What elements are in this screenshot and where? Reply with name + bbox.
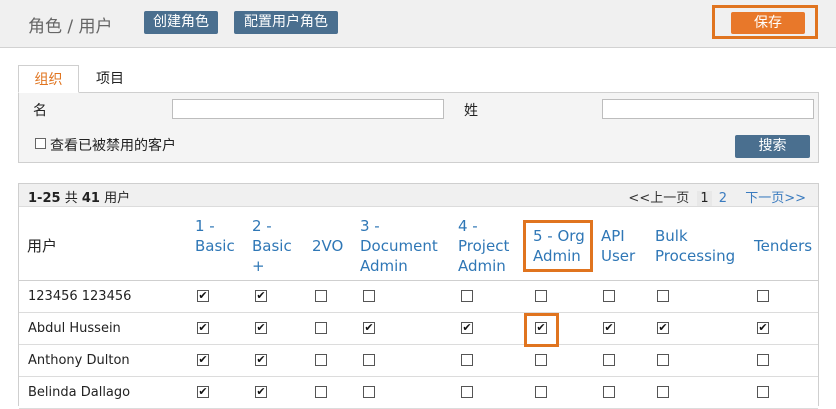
header-line: Basic: [195, 237, 235, 255]
header-line: 3 -: [360, 217, 380, 235]
header-line: 2VO: [312, 237, 344, 255]
header-line: 1 -: [195, 217, 215, 235]
role-checkbox[interactable]: [363, 290, 375, 302]
table-row: 123456 123456 ✔ ✔: [19, 281, 818, 313]
next-page-link[interactable]: 下一页>>: [745, 191, 806, 206]
user-name[interactable]: Abdul Hussein: [28, 321, 121, 336]
header-line: Project: [458, 237, 510, 255]
header-line: 4 -: [458, 217, 478, 235]
column-header-bulk-processing[interactable]: Bulk Processing: [655, 226, 735, 266]
column-header-user: 用户: [27, 237, 58, 255]
role-checkbox[interactable]: ✔: [197, 354, 209, 366]
role-checkbox[interactable]: [315, 386, 327, 398]
role-checkbox[interactable]: [535, 386, 547, 398]
user-count: 1-25 共 41 用户: [28, 187, 130, 206]
org-admin-cell-highlight-frame: [524, 313, 559, 347]
role-checkbox[interactable]: [603, 386, 615, 398]
tab-project[interactable]: 项目: [82, 65, 138, 93]
role-checkbox[interactable]: ✔: [255, 322, 267, 334]
role-checkbox[interactable]: [757, 290, 769, 302]
table-row: Anthony Dulton ✔ ✔: [19, 345, 818, 377]
column-header-2vo[interactable]: 2VO: [312, 216, 343, 256]
role-checkbox[interactable]: ✔: [197, 290, 209, 302]
header-line: API: [601, 227, 625, 245]
search-panel: 名 姓 查看已被禁用的客户 搜索: [18, 92, 819, 163]
show-disabled-checkbox[interactable]: [35, 138, 46, 149]
role-checkbox[interactable]: ✔: [255, 354, 267, 366]
current-page: 1: [697, 191, 712, 206]
column-header-tenders[interactable]: Tenders: [754, 236, 812, 256]
header-line: Admin: [360, 257, 408, 275]
role-checkbox[interactable]: ✔: [255, 290, 267, 302]
role-checkbox[interactable]: ✔: [461, 322, 473, 334]
save-button[interactable]: 保存: [731, 12, 805, 34]
role-checkbox[interactable]: [657, 290, 669, 302]
header-line: 2 -: [252, 217, 272, 235]
role-checkbox[interactable]: [363, 386, 375, 398]
role-checkbox[interactable]: [657, 354, 669, 366]
user-name[interactable]: Belinda Dallago: [28, 385, 130, 400]
role-checkbox[interactable]: [315, 354, 327, 366]
column-header-document-admin[interactable]: 3 - Document Admin: [360, 216, 438, 276]
role-checkbox[interactable]: [535, 354, 547, 366]
org-admin-highlight-frame: [523, 220, 593, 272]
pagination: <<上一页 1 2 下一页>>: [628, 187, 806, 206]
column-header-api-user[interactable]: API User: [601, 226, 635, 266]
column-header-basic-plus[interactable]: 2 - Basic +: [252, 216, 292, 276]
user-name[interactable]: 123456 123456: [28, 289, 131, 304]
role-checkbox[interactable]: [461, 354, 473, 366]
last-name-label: 姓: [464, 103, 478, 119]
table-row: Abdul Hussein ✔ ✔ ✔ ✔ ✔ ✔ ✔ ✔: [19, 313, 818, 345]
prev-page-link[interactable]: <<上一页: [628, 191, 689, 206]
of-word: 共: [64, 191, 78, 206]
header-line: Admin: [458, 257, 506, 275]
role-checkbox[interactable]: [535, 290, 547, 302]
column-header-basic[interactable]: 1 - Basic: [195, 216, 235, 256]
create-role-button[interactable]: 创建角色: [144, 11, 218, 34]
header-line: Bulk: [655, 227, 688, 245]
header-line: +: [252, 257, 265, 275]
role-checkbox[interactable]: [657, 386, 669, 398]
first-name-label: 名: [33, 103, 47, 119]
header-line: Tenders: [754, 237, 813, 255]
role-checkbox[interactable]: ✔: [255, 386, 267, 398]
user-name[interactable]: Anthony Dulton: [28, 353, 130, 368]
show-disabled-label: 查看已被禁用的客户: [50, 138, 176, 154]
page-title: 角色 / 用户: [28, 17, 113, 37]
search-button[interactable]: 搜索: [735, 135, 810, 158]
header-line: Processing: [655, 247, 736, 265]
header-line: User: [601, 247, 636, 265]
table-row: Belinda Dallago ✔ ✔: [19, 377, 818, 409]
role-checkbox[interactable]: ✔: [197, 322, 209, 334]
top-bar: 角色 / 用户 创建角色 配置用户角色 保存: [0, 0, 836, 48]
role-checkbox[interactable]: [461, 290, 473, 302]
role-checkbox[interactable]: [363, 354, 375, 366]
role-checkbox[interactable]: ✔: [603, 322, 615, 334]
tab-organization[interactable]: 组织: [18, 65, 79, 93]
role-checkbox[interactable]: ✔: [197, 386, 209, 398]
role-checkbox[interactable]: [603, 354, 615, 366]
table-summary-bar: 1-25 共 41 用户 <<上一页 1 2 下一页>>: [19, 184, 818, 207]
range-text: 1-25: [28, 191, 61, 206]
last-name-input[interactable]: [602, 99, 814, 119]
first-name-input[interactable]: [172, 99, 444, 119]
role-checkbox[interactable]: [461, 386, 473, 398]
configure-user-roles-button[interactable]: 配置用户角色: [234, 11, 338, 34]
role-checkbox[interactable]: [757, 386, 769, 398]
header-line: Document: [360, 237, 438, 255]
column-header-project-admin[interactable]: 4 - Project Admin: [458, 216, 509, 276]
unit-word: 用户: [104, 191, 131, 206]
role-checkbox[interactable]: [603, 290, 615, 302]
page-2-link[interactable]: 2: [719, 191, 727, 206]
header-line: Basic: [252, 237, 292, 255]
header-line: [312, 216, 343, 236]
role-checkbox[interactable]: [315, 290, 327, 302]
role-checkbox[interactable]: ✔: [363, 322, 375, 334]
role-checkbox[interactable]: [315, 322, 327, 334]
total-count: 41: [81, 191, 100, 206]
user-roles-table: 1-25 共 41 用户 <<上一页 1 2 下一页>> 用户 1 - Basi…: [18, 183, 819, 409]
role-checkbox[interactable]: [757, 354, 769, 366]
role-checkbox[interactable]: ✔: [757, 322, 769, 334]
role-checkbox[interactable]: ✔: [657, 322, 669, 334]
